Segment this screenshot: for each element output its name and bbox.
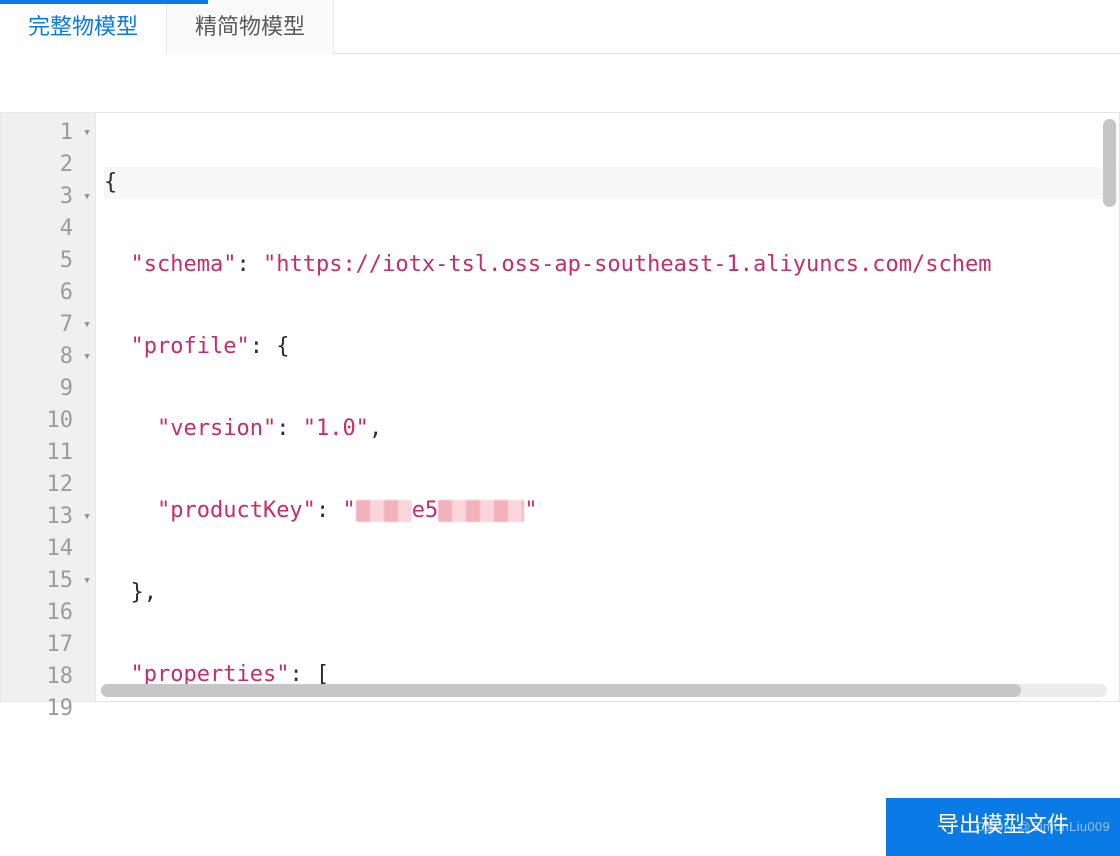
editor-content[interactable]: { "schema": "https://iotx-tsl.oss-ap-sou… xyxy=(96,113,1119,701)
fold-icon[interactable]: ▾ xyxy=(77,341,91,373)
line-number: 11 xyxy=(1,437,95,469)
export-model-button[interactable]: 导出模型文件 CSDN @SimonLiu009 xyxy=(886,798,1120,856)
line-number: 14 xyxy=(1,533,95,565)
line-number: 7▾ xyxy=(1,309,95,341)
code-line: "version": "1.0", xyxy=(104,413,1119,445)
code-line: "schema": "https://iotx-tsl.oss-ap-south… xyxy=(104,249,1119,281)
line-number: 1▾ xyxy=(1,117,95,149)
line-number: 10 xyxy=(1,405,95,437)
line-number: 3▾ xyxy=(1,181,95,213)
tab-full-model[interactable]: 完整物模型 xyxy=(0,0,167,54)
fold-icon[interactable]: ▾ xyxy=(77,117,91,149)
watermark-text: CSDN @SimonLiu009 xyxy=(975,800,1110,854)
redacted-text xyxy=(356,500,412,522)
line-number: 15▾ xyxy=(1,565,95,597)
line-number: 13▾ xyxy=(1,501,95,533)
line-number: 18 xyxy=(1,661,95,693)
redacted-text xyxy=(438,500,524,522)
horizontal-scrollbar-thumb[interactable] xyxy=(101,684,1021,697)
line-number: 16 xyxy=(1,597,95,629)
line-number: 19 xyxy=(1,693,95,725)
line-number: 4 xyxy=(1,213,95,245)
line-number: 2 xyxy=(1,149,95,181)
line-number: 5 xyxy=(1,245,95,277)
vertical-scrollbar[interactable] xyxy=(1103,119,1116,207)
code-editor: 1▾ 2 3▾ 4 5 6 7▾ 8▾ 9 10 11 12 13▾ 14 15… xyxy=(0,112,1120,702)
line-number: 9 xyxy=(1,373,95,405)
horizontal-scrollbar-track[interactable] xyxy=(101,684,1107,697)
fold-icon[interactable]: ▾ xyxy=(77,181,91,213)
editor-gutter: 1▾ 2 3▾ 4 5 6 7▾ 8▾ 9 10 11 12 13▾ 14 15… xyxy=(1,113,96,701)
code-line: }, xyxy=(104,577,1119,609)
line-number: 8▾ xyxy=(1,341,95,373)
tab-simple-model[interactable]: 精简物模型 xyxy=(167,0,334,54)
fold-icon[interactable]: ▾ xyxy=(77,309,91,341)
line-number: 6 xyxy=(1,277,95,309)
code-line: "profile": { xyxy=(104,331,1119,363)
fold-icon[interactable]: ▾ xyxy=(77,565,91,597)
line-number: 12 xyxy=(1,469,95,501)
line-number: 17 xyxy=(1,629,95,661)
tabs-bar: 完整物模型 精简物模型 xyxy=(0,0,1120,54)
code-line: "productKey": "e5" xyxy=(104,495,1119,527)
fold-icon[interactable]: ▾ xyxy=(77,501,91,533)
code-line: { xyxy=(104,167,1119,199)
